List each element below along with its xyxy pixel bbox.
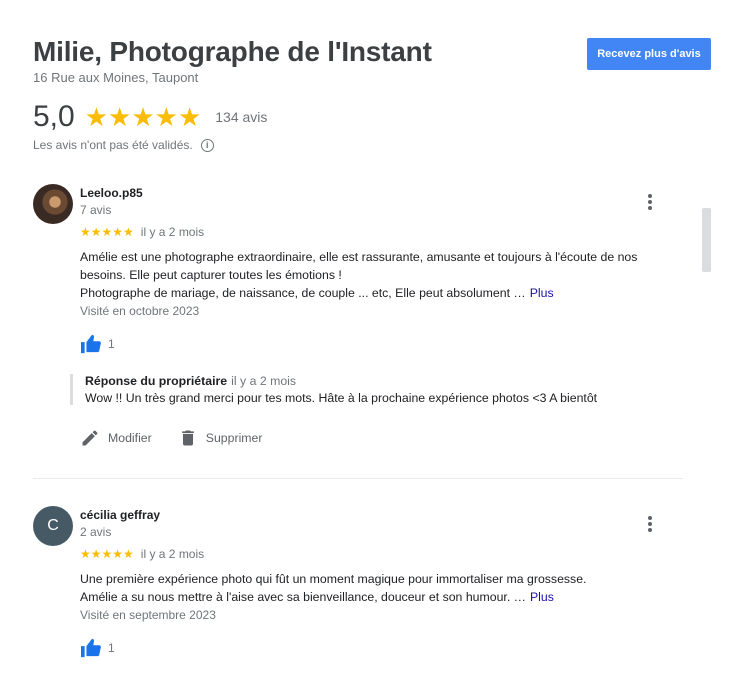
owner-actions: Modifier Supprimer [80,428,288,448]
more-link[interactable]: Plus [530,286,554,300]
star-icons: ★★★★★ [84,102,202,132]
review-text-line: Amélie a su nous mettre à l'aise avec sa… [80,590,526,604]
scrollbar-thumb[interactable] [702,208,711,272]
owner-reply-title: Réponse du propriétaire [85,374,228,388]
review-author-count: 7 avis [80,203,112,217]
edit-reply-button[interactable]: Modifier [80,428,152,448]
rating-summary: 5,0 ★★★★★ 134 avis [33,100,267,134]
review-author[interactable]: cécilia geffray [80,508,160,522]
review-stars: ★★★★★ [80,548,134,560]
star-icons: ★★★★★ [80,225,134,239]
visited-date: Visité en octobre 2023 [80,304,200,318]
review-date: il y a 2 mois [140,547,205,561]
review-author[interactable]: Leeloo.p85 [80,186,143,200]
trash-icon [181,430,194,446]
delete-label: Supprimer [205,431,263,445]
more-vert-icon[interactable] [643,192,657,212]
like-button[interactable]: 1 [80,638,115,658]
review-text-line: besoins. Elle peut capturer toutes les é… [80,268,342,282]
review-text: Amélie est une photographe extraordinair… [80,248,680,302]
unverified-disclaimer: Les avis n'ont pas été validés. i [33,138,214,152]
star-icons: ★★★★★ [80,547,134,561]
owner-reply-date: il y a 2 mois [231,374,297,388]
avatar[interactable]: C [33,506,73,546]
like-count: 1 [108,641,115,655]
review-stars: ★★★★★ [80,226,134,238]
total-review-count[interactable]: 134 avis [215,109,267,125]
business-name: Milie, Photographe de l'Instant [33,36,432,67]
edit-pencil-icon [82,430,98,446]
thumb-up-icon [81,638,101,658]
owner-reply: Réponse du propriétaire il y a 2 mois Wow… [70,374,670,405]
review-divider [33,478,683,479]
edit-label: Modifier [108,431,152,445]
like-count: 1 [108,337,115,351]
rating-stars: ★★★★★ [85,104,202,130]
like-button[interactable]: 1 [80,334,115,354]
delete-reply-button[interactable]: Supprimer [178,428,263,448]
get-more-reviews-button[interactable]: Recevez plus d'avis [587,38,711,70]
review-text-line: Une première expérience photo qui fût un… [80,572,587,586]
review-rating-row: ★★★★★ il y a 2 mois [80,547,204,561]
review-date: il y a 2 mois [140,225,205,239]
owner-reply-header: Réponse du propriétaire il y a 2 mois [85,374,670,388]
disclaimer-text: Les avis n'ont pas été validés. [33,138,193,152]
avatar[interactable] [33,184,73,224]
visited-date: Visité en septembre 2023 [80,608,216,622]
more-vert-icon[interactable] [643,514,657,534]
review-text: Une première expérience photo qui fût un… [80,570,680,606]
review-rating-row: ★★★★★ il y a 2 mois [80,225,204,239]
business-address: 16 Rue aux Moines, Taupont [33,70,199,85]
review-text-line: Amélie est une photographe extraordinair… [80,250,638,264]
owner-reply-text: Wow !! Un très grand merci pour tes mots… [85,391,598,405]
review-text-line: Photographe de mariage, de naissance, de… [80,286,526,300]
review-author-count: 2 avis [80,525,112,539]
rating-score: 5,0 [33,100,75,133]
thumb-up-icon [81,334,101,354]
info-icon[interactable]: i [200,138,214,152]
more-link[interactable]: Plus [530,590,554,604]
